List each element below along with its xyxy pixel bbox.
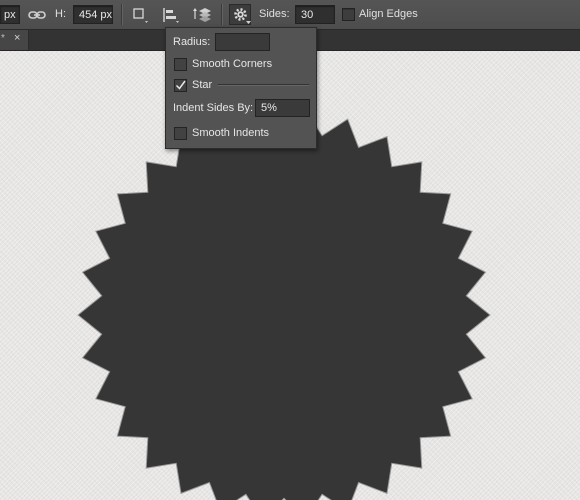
tab-name: * [1,33,5,44]
toolbar-separator [121,4,123,25]
width-field[interactable]: px [0,5,20,24]
close-icon[interactable]: × [14,32,20,44]
smooth-indents-checkbox[interactable] [174,127,187,140]
height-label: H: [55,8,66,20]
indent-sides-field[interactable]: 5% [255,99,310,117]
height-field[interactable]: 454 px [73,5,113,24]
star-shape[interactable] [77,109,491,500]
section-divider [218,84,309,86]
align-edges-checkbox[interactable] [342,8,355,21]
sides-label: Sides: [259,8,290,20]
star-checkbox[interactable] [174,79,187,92]
chevron-down-icon [246,21,251,24]
path-alignment-icon[interactable] [162,0,180,29]
path-arrangement-icon[interactable] [190,0,212,29]
geometry-options-button[interactable] [229,4,251,25]
sides-field[interactable]: 30 [295,5,335,24]
radius-field[interactable] [215,33,270,51]
options-bar: px H: 454 px Sides: 30 Align Edges [0,0,580,30]
radius-label: Radius: [173,36,211,48]
checkmark-icon [175,80,186,90]
app-window: px H: 454 px Sides: 30 Align Edges * × R… [0,0,580,500]
path-operations-icon[interactable] [133,0,151,29]
toolbar-separator [221,4,223,25]
star-label: Star [192,79,213,91]
smooth-indents-label: Smooth Indents [192,127,270,139]
link-dimensions-icon[interactable] [28,0,48,29]
indent-sides-label: Indent Sides By: [173,102,254,114]
width-unit-text: px [4,9,16,21]
align-edges-label: Align Edges [359,8,418,20]
shape-options-dropdown: Radius: Smooth Corners Star Indent Sides… [165,27,317,149]
smooth-corners-checkbox[interactable] [174,58,187,71]
document-tab[interactable]: * × [0,30,29,50]
smooth-corners-label: Smooth Corners [192,58,273,70]
